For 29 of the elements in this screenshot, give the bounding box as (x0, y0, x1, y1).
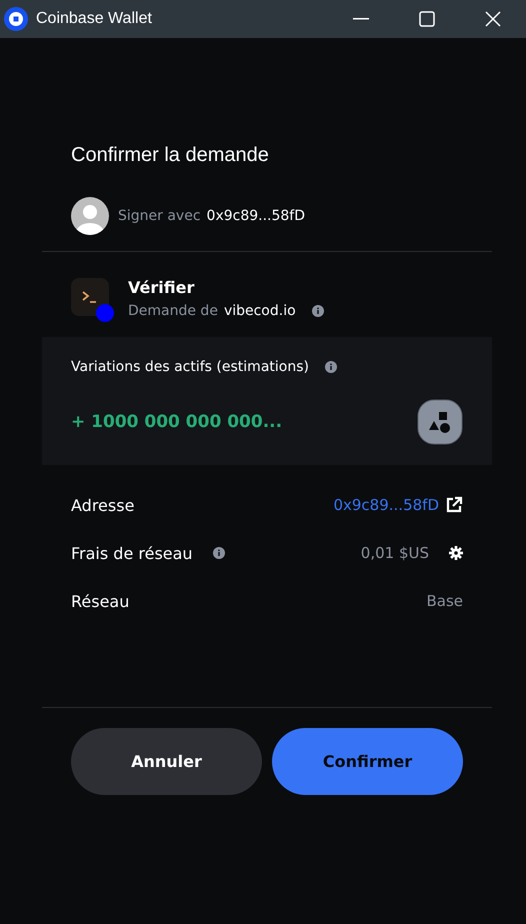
network-value: Base (426, 592, 463, 610)
gear-icon[interactable] (449, 546, 463, 560)
info-icon[interactable] (312, 305, 324, 317)
page-heading: Confirmer la demande (71, 144, 270, 167)
detail-label: Adresse (71, 496, 134, 514)
avatar-icon (71, 197, 109, 235)
info-icon[interactable] (324, 361, 337, 373)
confirm-button[interactable]: Confirmer (272, 728, 463, 795)
detail-label: Réseau (71, 592, 130, 610)
app-logo-icon (4, 7, 28, 31)
info-icon[interactable] (212, 547, 225, 559)
address-link[interactable]: 0x9c89...58fD (333, 496, 439, 514)
detail-label: Frais de réseau (71, 544, 193, 562)
window-title: Coinbase Wallet (36, 10, 153, 28)
request-origin: vibecod.io (224, 303, 296, 319)
external-link-icon[interactable] (445, 496, 463, 514)
cancel-button[interactable]: Annuler (71, 728, 262, 795)
request-label: Demande de (128, 303, 218, 319)
terminal-icon (81, 290, 99, 304)
request-title: Vérifier (128, 278, 196, 297)
shapes-icon (417, 399, 463, 445)
signer-address: 0x9c89...58fD (206, 208, 306, 224)
fee-value: 0,01 $US (360, 544, 429, 562)
maximize-icon[interactable] (419, 11, 435, 27)
assets-title: Variations des actifs (estimations) (71, 359, 309, 375)
signer-label: Signer avec (118, 208, 201, 224)
status-dot (96, 304, 114, 322)
asset-amount: + 1000 000 000 000... (71, 412, 282, 432)
close-icon[interactable] (485, 11, 501, 27)
